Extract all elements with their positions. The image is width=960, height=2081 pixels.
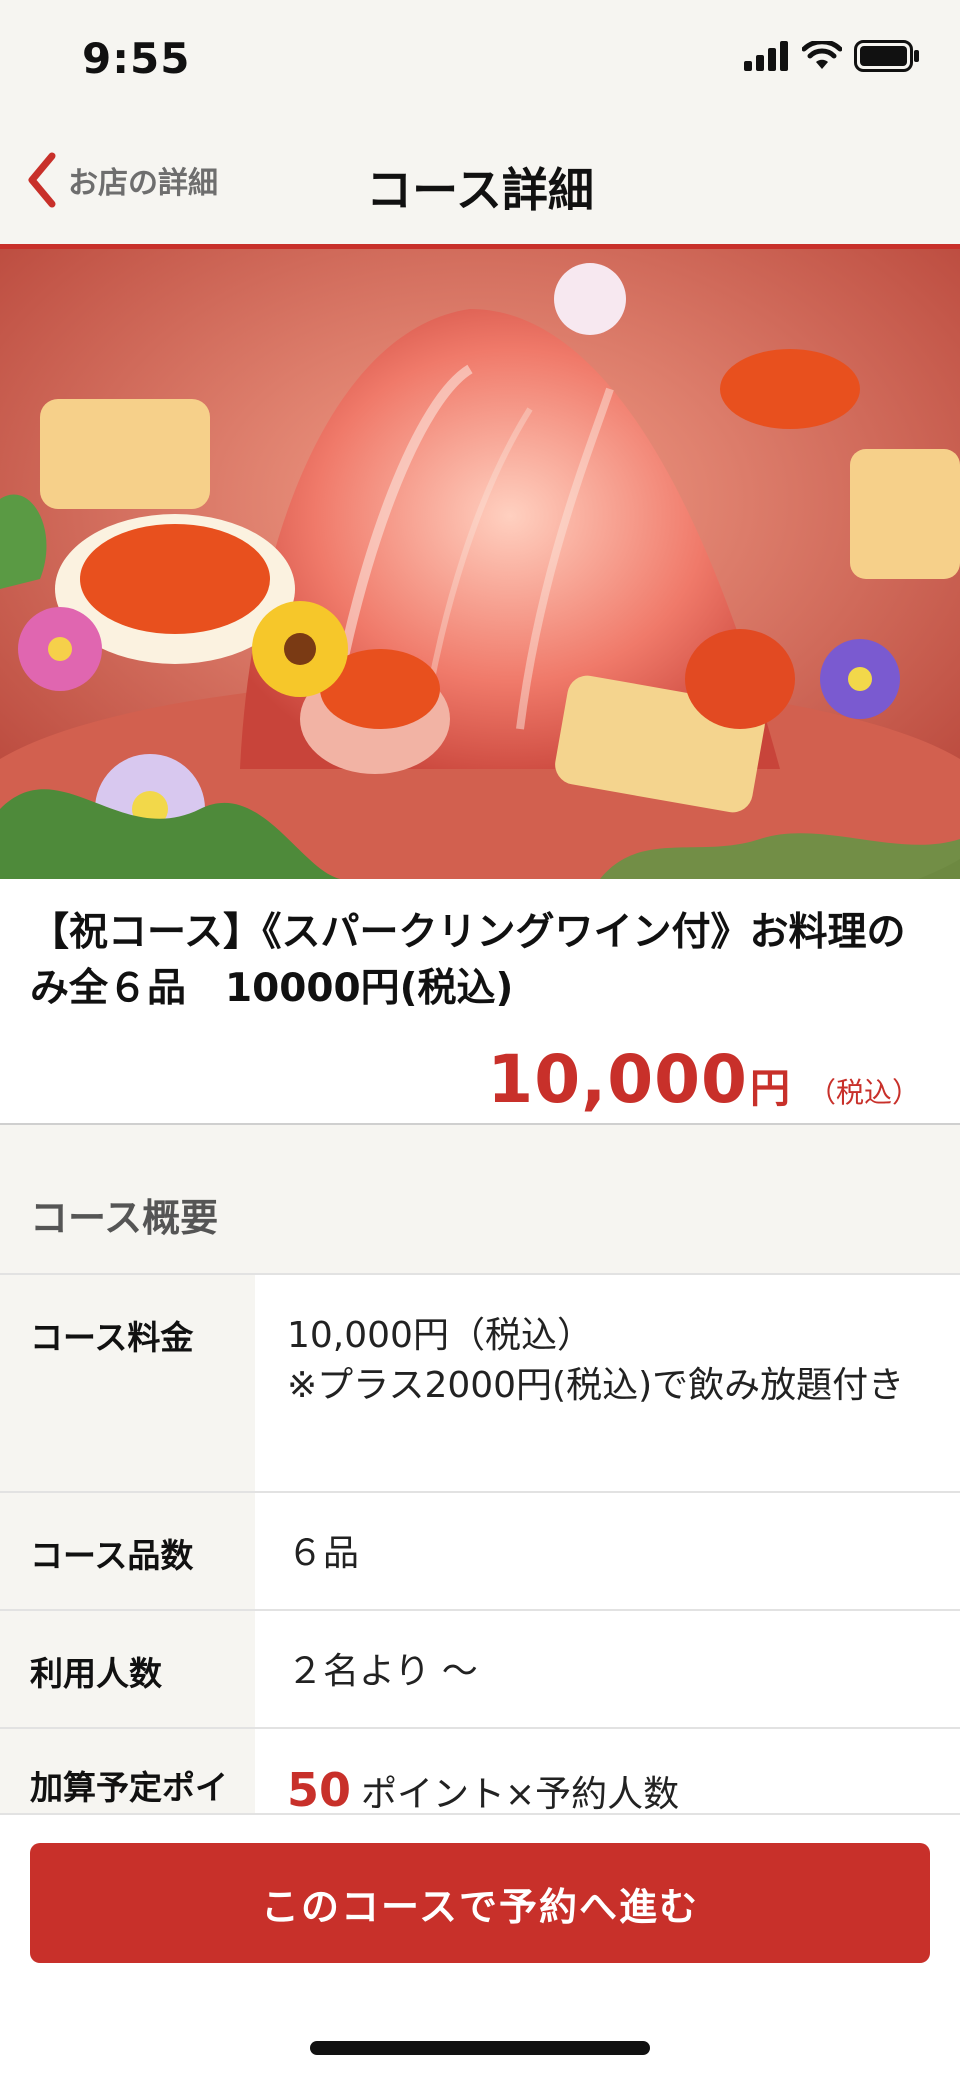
row-value-points: 50 ポイント×予約人数 [255, 1729, 960, 1815]
row-label-guests: 利用人数 [0, 1611, 255, 1727]
course-price: 10,000 円 （税込） [487, 1041, 920, 1118]
points-number: 50 [287, 1763, 352, 1815]
course-header: 【祝コース】《スパークリングワイン付》お料理のみ全６品 10000円(税込) 1… [0, 879, 960, 1125]
row-value-guests: ２名より ～ [255, 1611, 960, 1727]
status-icons [744, 40, 920, 72]
table-row: 利用人数 ２名より ～ [0, 1611, 960, 1729]
cellular-signal-icon [744, 41, 788, 71]
points-text: ポイント×予約人数 [361, 1774, 680, 1815]
table-row: 加算予定ポイント 50ポイント×予約人数 [0, 1729, 960, 1815]
price-amount: 10,000 [487, 1041, 748, 1118]
navigation-bar: お店の詳細 コース詳細 [0, 120, 960, 249]
row-label-price: コース料金 [0, 1275, 255, 1491]
overview-section-header: コース概要 [0, 1125, 960, 1273]
status-bar: 9:55 [0, 0, 960, 120]
bottom-action-bar: このコースで予約へ進む [0, 1813, 960, 2081]
row-label-points: 加算予定ポイント [0, 1729, 255, 1815]
course-title: 【祝コース】《スパークリングワイン付》お料理のみ全６品 10000円(税込) [30, 910, 906, 1011]
row-value-items: ６品 [255, 1493, 960, 1609]
price-value-line: 10,000円（税込） [287, 1315, 593, 1356]
page-title: コース詳細 [366, 163, 594, 217]
table-row: コース品数 ６品 [0, 1493, 960, 1611]
price-currency: 円 [749, 1066, 790, 1112]
row-value-price: 10,000円（税込） ※プラス2000円(税込)で飲み放題付き [255, 1275, 960, 1491]
status-time: 9:55 [82, 34, 191, 83]
battery-icon [854, 40, 919, 72]
home-indicator [310, 2041, 650, 2055]
price-tax-note: （税込） [807, 1076, 920, 1109]
drink-plan-note: ※プラス2000円(税込)で飲み放題付き [287, 1365, 905, 1406]
wifi-icon [802, 41, 842, 69]
reserve-course-button[interactable]: このコースで予約へ進む [30, 1843, 930, 1963]
section-title: コース概要 [30, 1196, 219, 1240]
row-label-items: コース品数 [0, 1493, 255, 1609]
table-row: コース料金 10,000円（税込） ※プラス2000円(税込)で飲み放題付き [0, 1275, 960, 1493]
course-info-table: コース料金 10,000円（税込） ※プラス2000円(税込)で飲み放題付き コ… [0, 1273, 960, 1815]
course-hero-image [0, 249, 960, 879]
